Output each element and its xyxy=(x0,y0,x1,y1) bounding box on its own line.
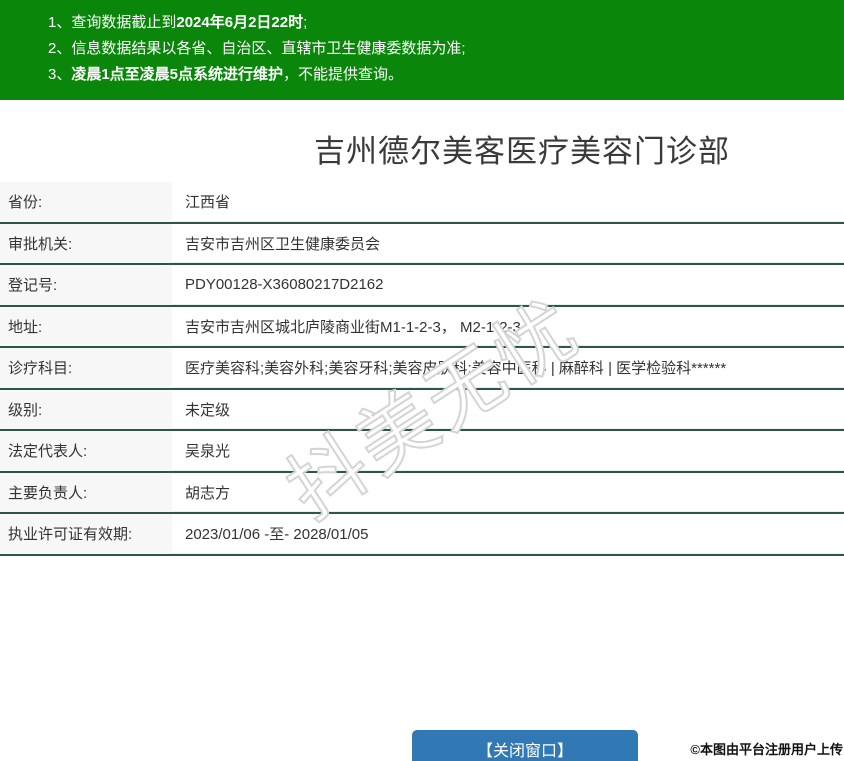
notice-line-2: 2、信息数据结果以各省、自治区、直辖市卫生健康委数据为准; xyxy=(48,36,834,62)
table-row-province: 省份: 江西省 xyxy=(0,182,844,224)
table-row-main-person-in-charge: 主要负责人: 胡志方 xyxy=(0,472,844,514)
table-row-license-validity: 执业许可证有效期: 2023/01/06 -至- 2028/01/05 xyxy=(0,514,844,556)
row-value: 2023/01/06 -至- 2028/01/05 xyxy=(185,526,369,544)
table-row-address: 地址: 吉安市吉州区城北庐陵商业街M1-1-2-3， M2-1-2-3 xyxy=(0,306,844,348)
row-value: 吴泉光 xyxy=(185,443,231,461)
info-table: 省份: 江西省 审批机关: 吉安市吉州区卫生健康委员会 登记号: PDY0012… xyxy=(0,182,844,556)
table-row-treatment-subjects: 诊疗科目: 医疗美容科;美容外科;美容牙科;美容皮肤科;美容中医科 | 麻醉科 … xyxy=(0,348,844,390)
row-label: 主要负责人: xyxy=(0,472,172,512)
notice-line-number: 1、 xyxy=(48,14,72,31)
close-window-button[interactable]: 【关闭窗口】 xyxy=(412,730,638,761)
notice-line-1: 1、查询数据截止到2024年6月2日22时; xyxy=(48,10,834,36)
row-label: 登记号: xyxy=(0,265,172,305)
row-label: 诊疗科目: xyxy=(0,348,172,388)
row-value: 江西省 xyxy=(185,194,231,212)
row-value: 医疗美容科;美容外科;美容牙科;美容皮肤科;美容中医科 | 麻醉科 | 医学检验… xyxy=(185,360,727,378)
notice-text-bold: 凌晨1点至凌晨5点系统进行维护 xyxy=(71,66,284,83)
row-label: 省份: xyxy=(0,182,172,222)
table-row-approval-authority: 审批机关: 吉安市吉州区卫生健康委员会 xyxy=(0,223,844,265)
notice-text: ; xyxy=(303,14,308,31)
notice-text: 查询数据截止到 xyxy=(71,14,177,31)
notice-line-3: 3、凌晨1点至凌晨5点系统进行维护，不能提供查询。 xyxy=(48,62,834,88)
row-label: 级别: xyxy=(0,389,172,429)
query-result-page: 1、查询数据截止到2024年6月2日22时; 2、信息数据结果以各省、自治区、直… xyxy=(0,0,844,761)
table-row-level: 级别: 未定级 xyxy=(0,389,844,431)
row-value: 胡志方 xyxy=(185,484,231,502)
table-row-registration-number: 登记号: PDY00128-X36080217D2162 xyxy=(0,265,844,307)
notice-text: ，不能提供查询。 xyxy=(283,66,404,83)
row-label: 执业许可证有效期: xyxy=(0,514,172,554)
table-row-legal-representative: 法定代表人: 吴泉光 xyxy=(0,431,844,473)
notice-text: 信息数据结果以各省、自治区、直辖市卫生健康委数据为准; xyxy=(71,40,466,57)
row-value: 未定级 xyxy=(185,401,231,419)
row-label: 法定代表人: xyxy=(0,431,172,471)
notice-line-number: 3、 xyxy=(48,66,72,83)
notice-text-bold: 2024年6月2日22时 xyxy=(176,14,304,31)
page-title: 吉州德尔美客医疗美容门诊部 xyxy=(314,134,730,169)
row-value: PDY00128-X36080217D2162 xyxy=(185,276,384,294)
row-value: 吉安市吉州区卫生健康委员会 xyxy=(185,235,381,253)
copyright-note: ©本图由平台注册用户上传 xyxy=(690,742,843,757)
row-value: 吉安市吉州区城北庐陵商业街M1-1-2-3， M2-1-2-3 xyxy=(185,318,521,336)
notice-banner: 1、查询数据截止到2024年6月2日22时; 2、信息数据结果以各省、自治区、直… xyxy=(0,0,844,100)
row-label: 审批机关: xyxy=(0,223,172,263)
notice-line-number: 2、 xyxy=(48,40,72,57)
row-label: 地址: xyxy=(0,306,172,346)
